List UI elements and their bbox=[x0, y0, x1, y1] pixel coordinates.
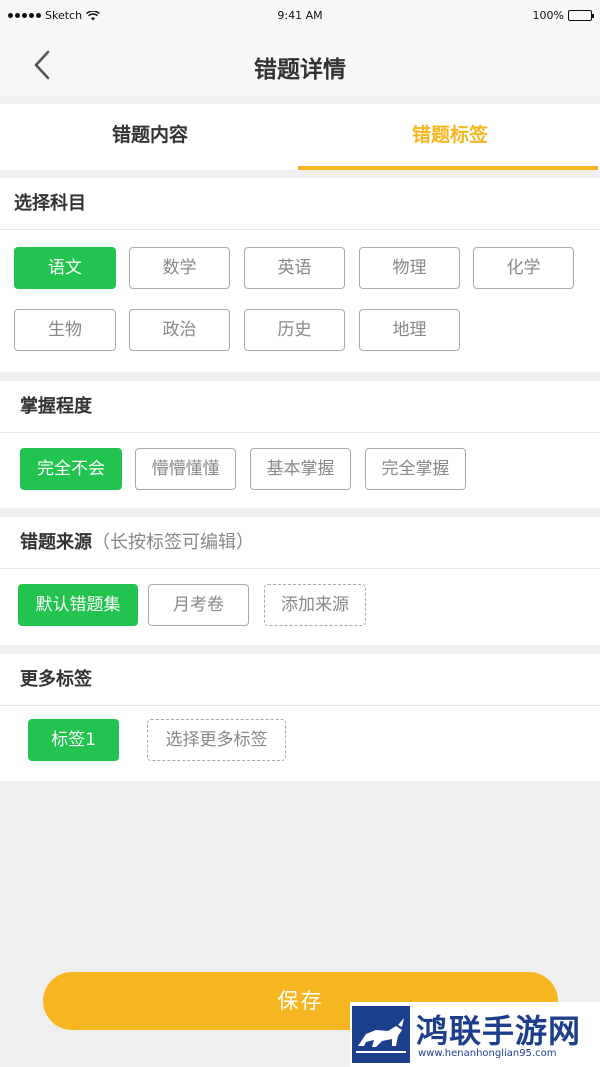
tab-question-tags[interactable]: 错题标签 bbox=[300, 104, 600, 170]
tab-bar: 错题内容 错题标签 bbox=[0, 104, 600, 170]
source-title-text: 错题来源 bbox=[20, 532, 92, 553]
section-title-source: 错题来源（长按标签可编辑） bbox=[0, 517, 600, 569]
source-chip-default[interactable]: 默认错题集 bbox=[18, 584, 138, 626]
subject-chip-geography[interactable]: 地理 bbox=[359, 309, 460, 351]
status-time: 9:41 AM bbox=[277, 9, 323, 22]
mastery-chip-none[interactable]: 完全不会 bbox=[20, 448, 122, 490]
mastery-section: 掌握程度 完全不会 懵懵懂懂 基本掌握 完全掌握 bbox=[0, 381, 600, 508]
source-chip-monthly-exam[interactable]: 月考卷 bbox=[148, 584, 249, 626]
mastery-chip-full[interactable]: 完全掌握 bbox=[365, 448, 466, 490]
subject-chip-chinese[interactable]: 语文 bbox=[14, 247, 116, 289]
section-title-more-tags: 更多标签 bbox=[0, 654, 600, 706]
subject-chip-biology[interactable]: 生物 bbox=[14, 309, 116, 351]
watermark-name: 鸿联手游网 bbox=[416, 1012, 582, 1050]
battery-icon bbox=[568, 10, 594, 21]
tab-question-content[interactable]: 错题内容 bbox=[0, 104, 300, 170]
page-title: 错题详情 bbox=[254, 57, 346, 83]
subject-chip-politics[interactable]: 政治 bbox=[129, 309, 230, 351]
add-source-button[interactable]: 添加来源 bbox=[264, 584, 366, 626]
status-right: 100% bbox=[532, 9, 594, 22]
subject-chip-history[interactable]: 历史 bbox=[244, 309, 345, 351]
tag-chip-1[interactable]: 标签1 bbox=[28, 719, 119, 761]
battery-percent: 100% bbox=[532, 9, 564, 22]
source-hint-text: （长按标签可编辑） bbox=[92, 532, 254, 553]
mastery-chip-vague[interactable]: 懵懵懂懂 bbox=[135, 448, 236, 490]
mastery-chip-basic[interactable]: 基本掌握 bbox=[250, 448, 351, 490]
nav-bar: 错题详情 bbox=[0, 32, 600, 96]
source-section: 错题来源（长按标签可编辑） 默认错题集 月考卷 添加来源 bbox=[0, 517, 600, 645]
status-bar: Sketch 9:41 AM 100% bbox=[0, 0, 600, 32]
subject-chip-physics[interactable]: 物理 bbox=[359, 247, 460, 289]
more-tags-section: 更多标签 标签1 选择更多标签 bbox=[0, 654, 600, 781]
subject-section: 选择科目 语文 数学 英语 物理 化学 生物 政治 历史 地理 bbox=[0, 178, 600, 372]
bull-logo-icon bbox=[352, 1006, 410, 1063]
subject-chip-math[interactable]: 数学 bbox=[129, 247, 230, 289]
section-title-subject: 选择科目 bbox=[0, 178, 600, 230]
subject-chip-chemistry[interactable]: 化学 bbox=[473, 247, 574, 289]
subject-chip-english[interactable]: 英语 bbox=[244, 247, 345, 289]
select-more-tags-button[interactable]: 选择更多标签 bbox=[147, 719, 286, 761]
watermark: 鸿联手游网 www.henanhonglian95.com bbox=[350, 1002, 600, 1067]
section-title-mastery: 掌握程度 bbox=[0, 381, 600, 433]
watermark-url: www.henanhonglian95.com bbox=[418, 1048, 557, 1059]
active-tab-indicator bbox=[298, 166, 598, 170]
